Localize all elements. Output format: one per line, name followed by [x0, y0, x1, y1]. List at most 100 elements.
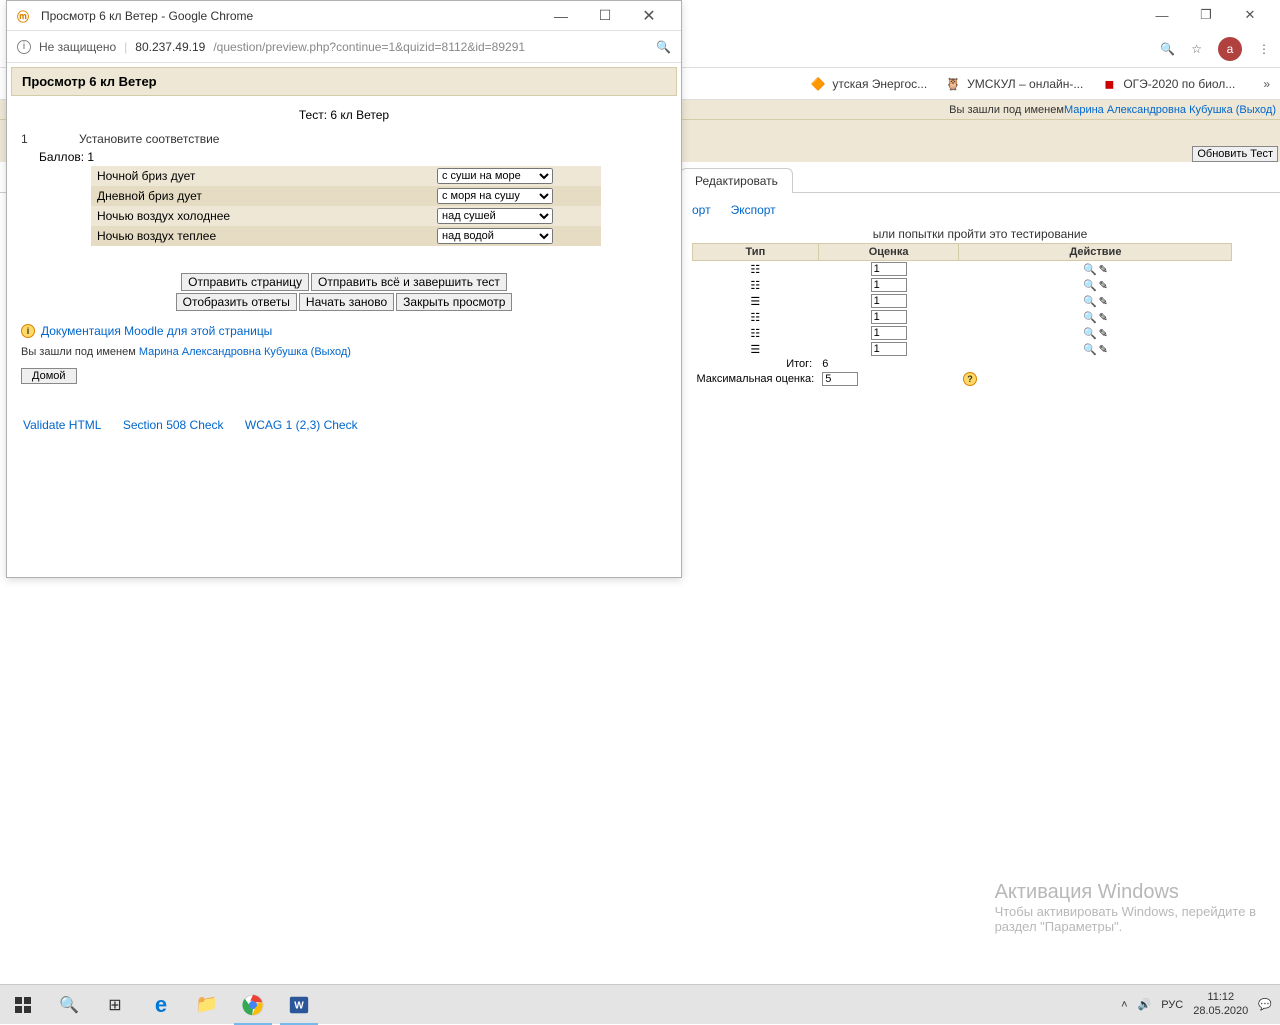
- word-app[interactable]: W: [276, 985, 322, 1025]
- search-icon[interactable]: 🔍: [656, 40, 671, 54]
- edit-icon[interactable]: ✎: [1099, 279, 1108, 292]
- logout-link[interactable]: (Выход): [1236, 104, 1276, 116]
- grade-input[interactable]: [871, 262, 907, 276]
- bg-minimize-button[interactable]: —: [1140, 1, 1184, 29]
- unsafe-label: Не защищено: [39, 40, 116, 54]
- bookmark-item[interactable]: 🦉 УМСКУЛ – онлайн-...: [945, 76, 1083, 92]
- match-select[interactable]: с суши на море: [437, 168, 553, 184]
- preview-icon[interactable]: 🔍: [1083, 311, 1097, 324]
- bookmark-item[interactable]: ◼ ОГЭ-2020 по биол...: [1101, 76, 1235, 92]
- table-row: ☰ 🔍✎: [693, 341, 1232, 357]
- bg-close-button[interactable]: ✕: [1228, 1, 1272, 29]
- send-page-button[interactable]: Отправить страницу: [181, 273, 309, 291]
- section-508-link[interactable]: Section 508 Check: [123, 418, 224, 432]
- info-icon[interactable]: i: [17, 40, 31, 54]
- bookmark-item[interactable]: 🔶 утская Энергос...: [810, 76, 927, 92]
- menu-icon[interactable]: ⋮: [1258, 42, 1270, 56]
- moodle-doc-link[interactable]: Документация Moodle для этой страницы: [41, 324, 272, 338]
- start-button[interactable]: [0, 985, 46, 1025]
- tab-edit[interactable]: Редактировать: [680, 168, 793, 193]
- close-preview-button[interactable]: Закрыть просмотр: [396, 293, 512, 311]
- task-view-button[interactable]: ⊞: [92, 985, 138, 1025]
- preview-icon[interactable]: 🔍: [1083, 263, 1097, 276]
- match-row: Ночью воздух холоднее над сушей: [91, 206, 601, 226]
- bookmark-icon: ◼: [1101, 76, 1117, 92]
- preview-icon[interactable]: 🔍: [1083, 327, 1097, 340]
- match-label: Ночной бриз дует: [91, 166, 431, 186]
- question-text: Установите соответствие: [39, 132, 219, 146]
- preview-icon[interactable]: 🔍: [1083, 295, 1097, 308]
- star-icon[interactable]: ☆: [1191, 42, 1202, 56]
- max-grade-input[interactable]: [822, 372, 858, 386]
- taskbar: 🔍 ⊞ e 📁 W ˄ 🔊 РУС 11:12 28.05.2020 💬: [0, 984, 1280, 1024]
- import-link[interactable]: орт: [692, 203, 711, 217]
- table-row: ☷🔍✎: [693, 277, 1232, 293]
- th-grade: Оценка: [818, 244, 959, 261]
- bg-maximize-button[interactable]: ❐: [1184, 1, 1228, 29]
- match-select[interactable]: с моря на сушу: [437, 188, 553, 204]
- date-text: 28.05.2020: [1193, 1005, 1248, 1018]
- popup-maximize-button[interactable]: ☐: [583, 2, 627, 30]
- profile-avatar[interactable]: a: [1218, 37, 1242, 61]
- language-indicator[interactable]: РУС: [1161, 999, 1183, 1011]
- edge-app[interactable]: e: [138, 985, 184, 1025]
- grade-input[interactable]: [871, 342, 907, 356]
- preview-popup-window: ⓜ Просмотр 6 кл Ветер - Google Chrome — …: [6, 0, 682, 578]
- match-row: Ночью воздух теплее над водой: [91, 226, 601, 246]
- match-label: Ночью воздух теплее: [91, 226, 431, 246]
- edit-icon[interactable]: ✎: [1099, 327, 1108, 340]
- question-type-icon: ☰: [750, 296, 760, 308]
- search-button[interactable]: 🔍: [46, 985, 92, 1025]
- match-table: Ночной бриз дует с суши на море Дневной …: [91, 166, 601, 246]
- grade-input[interactable]: [871, 310, 907, 324]
- edit-icon[interactable]: ✎: [1099, 263, 1108, 276]
- popup-address-bar[interactable]: i Не защищено | 80.237.49.19/question/pr…: [7, 31, 681, 63]
- export-link[interactable]: Экспорт: [731, 203, 776, 217]
- th-action: Действие: [959, 244, 1232, 261]
- popup-validate-links: Validate HTML Section 508 Check WCAG 1 (…: [11, 386, 677, 432]
- svg-text:W: W: [294, 1000, 304, 1011]
- moodle-favicon: ⓜ: [17, 8, 33, 24]
- wcag-link[interactable]: WCAG 1 (2,3) Check: [245, 418, 358, 432]
- edit-icon[interactable]: ✎: [1099, 343, 1108, 356]
- bookmark-label: утская Энергос...: [832, 77, 927, 91]
- home-button[interactable]: Домой: [21, 368, 77, 384]
- question-number: 1: [21, 132, 39, 146]
- activation-title: Активация Windows: [995, 881, 1256, 904]
- grade-input[interactable]: [871, 294, 907, 308]
- preview-icon[interactable]: 🔍: [1083, 279, 1097, 292]
- clock[interactable]: 11:12 28.05.2020: [1193, 991, 1248, 1017]
- match-select[interactable]: над сушей: [437, 208, 553, 224]
- bookmarks-overflow-icon[interactable]: »: [1263, 77, 1270, 91]
- edit-icon[interactable]: ✎: [1099, 295, 1108, 308]
- logout-link[interactable]: (Выход): [311, 346, 351, 358]
- popup-close-button[interactable]: ✕: [627, 2, 671, 30]
- zoom-icon[interactable]: 🔍: [1160, 42, 1175, 56]
- edit-icon[interactable]: ✎: [1099, 311, 1108, 324]
- validate-html-link[interactable]: Validate HTML: [23, 418, 101, 432]
- time-text: 11:12: [1193, 991, 1248, 1004]
- bookmark-icon: 🔶: [810, 76, 826, 92]
- help-icon[interactable]: ?: [963, 372, 977, 386]
- update-test-button[interactable]: Обновить Тест: [1192, 146, 1278, 162]
- popup-minimize-button[interactable]: —: [539, 2, 583, 30]
- grade-input[interactable]: [871, 326, 907, 340]
- show-answers-button[interactable]: Отобразить ответы: [176, 293, 297, 311]
- volume-icon[interactable]: 🔊: [1138, 998, 1152, 1011]
- activation-line1: Чтобы активировать Windows, перейдите в: [995, 904, 1256, 919]
- grade-input[interactable]: [871, 278, 907, 292]
- login-name-link[interactable]: Марина Александровна Кубушка: [1064, 104, 1233, 116]
- url-path: /question/preview.php?continue=1&quizid=…: [213, 40, 525, 54]
- login-name-link[interactable]: Марина Александровна Кубушка: [139, 346, 308, 358]
- match-select[interactable]: над водой: [437, 228, 553, 244]
- send-all-button[interactable]: Отправить всё и завершить тест: [311, 273, 507, 291]
- tray-up-icon[interactable]: ˄: [1121, 999, 1127, 1011]
- notification-icon[interactable]: 💬: [1258, 998, 1272, 1011]
- max-grade-row: Максимальная оценка:?: [693, 371, 1232, 387]
- restart-button[interactable]: Начать заново: [299, 293, 394, 311]
- chrome-app[interactable]: [230, 985, 276, 1025]
- explorer-app[interactable]: 📁: [184, 985, 230, 1025]
- total-label: Итог:: [693, 357, 819, 371]
- preview-icon[interactable]: 🔍: [1083, 343, 1097, 356]
- question-type-icon: ☰: [750, 344, 760, 356]
